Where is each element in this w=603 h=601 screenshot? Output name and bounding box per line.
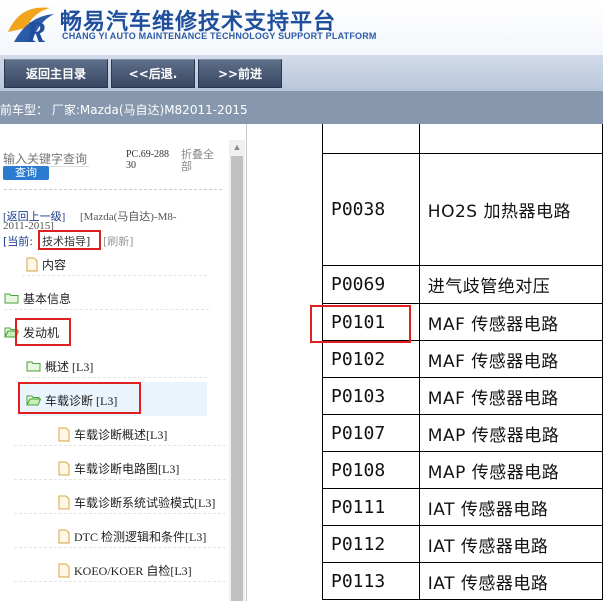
- file-icon: [58, 461, 70, 475]
- left-scrollbar[interactable]: ▲: [229, 140, 245, 601]
- tree-item-overview[interactable]: 概述 [L3]: [26, 355, 93, 377]
- table-row: P0112 IAT 传感器电路: [322, 525, 603, 563]
- table-row: P0107 MAP 传感器电路: [322, 414, 603, 452]
- site-subtitle: CHANG YI AUTO MAINTENANCE TECHNOLOGY SUP…: [62, 31, 377, 41]
- dtc-table: P0038 HO2S 加热器电路 P0069 进气歧管绝对压 P0101 MAF 传感器电…: [322, 124, 603, 600]
- car-model-bar: 前车型： 厂家:Mazda(马自达)M82011-2015: [0, 91, 603, 124]
- divider: [14, 547, 226, 548]
- tree-item-label: 车载诊断电路图[L3]: [74, 461, 180, 476]
- current-label: [当前:: [3, 235, 33, 248]
- tree-item-label: 概述 [L3]: [45, 359, 94, 374]
- dtc-description-cell: MAP 传感器电路: [418, 414, 603, 452]
- dtc-code-cell: P0069: [322, 265, 420, 304]
- tree-item-label: 发动机: [23, 325, 60, 340]
- logo-icon: R: [8, 7, 54, 48]
- folder-open-icon: [4, 327, 19, 338]
- tree-item-basic-info[interactable]: 基本信息: [4, 287, 71, 309]
- tree-item-onboard-diagnostics[interactable]: 车载诊断 [L3]: [26, 389, 117, 411]
- divider: [22, 377, 207, 378]
- dtc-code-cell: P0102: [322, 340, 420, 378]
- table-row: P0101 MAF 传感器电路: [322, 303, 603, 341]
- table-row: P0038 HO2S 加热器电路: [322, 153, 603, 266]
- dtc-description-cell: 进气歧管绝对压: [418, 265, 603, 304]
- nav-bar: 返回主目录 <<后退. >>前进: [0, 55, 603, 91]
- dtc-code-cell: P0038: [322, 153, 420, 266]
- folder-icon: [26, 361, 41, 372]
- tree-item-label: 车载诊断系统试验模式[L3]: [74, 495, 216, 510]
- dtc-code-cell: P0111: [322, 488, 420, 526]
- divider: [14, 581, 226, 582]
- scroll-thumb[interactable]: [231, 156, 243, 601]
- main-menu-button[interactable]: 返回主目录: [4, 59, 108, 88]
- folder-open-icon: [26, 395, 41, 406]
- tree-item-content[interactable]: 内容: [26, 253, 66, 275]
- dtc-description-cell: IAT 传感器电路: [418, 562, 603, 600]
- divider: [14, 479, 226, 480]
- dtc-description-cell: IAT 传感器电路: [418, 525, 603, 563]
- refresh-link[interactable]: [刷新]: [103, 233, 134, 249]
- tree-item-label: DTC 检测逻辑和条件[L3]: [74, 529, 207, 544]
- dtc-description-cell: [418, 124, 603, 154]
- tree-item-label: 基本信息: [23, 291, 72, 306]
- tree-item-obd-overview[interactable]: 车载诊断概述[L3]: [58, 423, 167, 445]
- page: R 畅易汽车维修技术支持平台 CHANG YI AUTO MAINTENANCE…: [0, 0, 603, 601]
- table-row: P0103 MAF 传感器电路: [322, 377, 603, 415]
- dtc-description-cell: MAF 传感器电路: [418, 303, 603, 341]
- file-icon: [58, 495, 70, 509]
- divider: [14, 445, 226, 446]
- file-icon: [58, 427, 70, 441]
- current-value: 技术指导]: [42, 235, 91, 248]
- table-row: P0069 进气歧管绝对压: [322, 265, 603, 304]
- dtc-description-cell: MAP 传感器电路: [418, 451, 603, 489]
- dtc-code-cell: P0107: [322, 414, 420, 452]
- pc-code: PC.69-28830: [126, 149, 170, 171]
- table-row: P0102 MAF 传感器电路: [322, 340, 603, 378]
- tree-item-koeo-koer[interactable]: KOEO/KOER 自检[L3]: [58, 559, 192, 581]
- folder-icon: [4, 293, 19, 304]
- table-row: P0113 IAT 传感器电路: [322, 562, 603, 600]
- file-icon: [58, 563, 70, 577]
- tree-item-engine[interactable]: 发动机: [4, 321, 59, 343]
- table-row: [322, 124, 603, 154]
- search-input[interactable]: [3, 151, 89, 167]
- dtc-description-cell: MAF 传感器电路: [418, 377, 603, 415]
- back-model-text: [Mazda(马自达)-M8-: [80, 211, 177, 223]
- dtc-code-cell: P0108: [322, 451, 420, 489]
- divider: [4, 309, 209, 310]
- divider: [22, 275, 207, 276]
- dtc-description-cell: MAF 传感器电路: [418, 340, 603, 378]
- tree-item-label: 车载诊断概述[L3]: [74, 427, 168, 442]
- divider: [14, 513, 226, 514]
- scroll-up-icon[interactable]: ▲: [229, 140, 245, 154]
- back-button[interactable]: <<后退.: [111, 59, 195, 88]
- header: R 畅易汽车维修技术支持平台 CHANG YI AUTO MAINTENANCE…: [0, 0, 603, 55]
- tree-item-obd-wiring[interactable]: 车载诊断电路图[L3]: [58, 457, 179, 479]
- query-button[interactable]: 查询: [3, 166, 49, 180]
- dtc-code-cell: P0112: [322, 525, 420, 563]
- divider: [4, 189, 222, 190]
- dtc-code-cell: P0101: [322, 303, 420, 341]
- table-row: P0111 IAT 传感器电路: [322, 488, 603, 526]
- tree-item-obd-test-mode[interactable]: 车载诊断系统试验模式[L3]: [58, 491, 215, 513]
- tree-item-label: 内容: [42, 257, 67, 272]
- tree-item-label: KOEO/KOER 自检[L3]: [74, 563, 192, 578]
- tree-item-label: 车载诊断 [L3]: [45, 393, 118, 408]
- dtc-code-cell: P0103: [322, 377, 420, 415]
- svg-text:R: R: [25, 16, 46, 48]
- right-panel: P0038 HO2S 加热器电路 P0069 进气歧管绝对压 P0101 MAF 传感器电…: [247, 124, 603, 601]
- file-icon: [58, 529, 70, 543]
- tree-item-dtc-logic[interactable]: DTC 检测逻辑和条件[L3]: [58, 525, 206, 547]
- dtc-description-cell: HO2S 加热器电路: [418, 153, 603, 266]
- dtc-code-cell: P0113: [322, 562, 420, 600]
- table-row: P0108 MAP 传感器电路: [322, 451, 603, 489]
- file-icon: [26, 257, 38, 271]
- dtc-code-cell: [322, 124, 420, 154]
- dtc-description-cell: IAT 传感器电路: [418, 488, 603, 526]
- left-panel: 查询 PC.69-28830 折叠全部 [返回上一级] [Mazda(马自达)-…: [0, 124, 247, 601]
- forward-button[interactable]: >>前进: [198, 59, 282, 88]
- collapse-all-link[interactable]: 折叠全部: [181, 149, 221, 173]
- back-year-text: 2011-2015]: [3, 220, 54, 232]
